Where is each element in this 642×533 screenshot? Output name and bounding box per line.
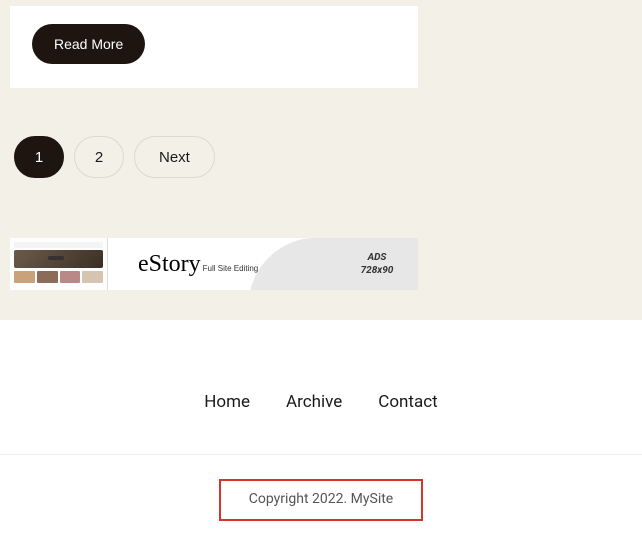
- page-2-button[interactable]: 2: [74, 136, 124, 178]
- copyright-highlight-box: Copyright 2022. MySite: [219, 479, 423, 521]
- read-more-button[interactable]: Read More: [32, 24, 145, 64]
- ad-brand-name: eStory: [138, 251, 201, 277]
- footer-link-archive[interactable]: Archive: [286, 392, 342, 412]
- ad-banner[interactable]: eStoryFull Site Editing ADS 728x90: [10, 238, 418, 290]
- ad-size-label: ADS 728x90: [336, 238, 418, 290]
- footer-link-contact[interactable]: Contact: [378, 392, 437, 412]
- ad-label-line1: ADS: [368, 251, 387, 264]
- page-next-button[interactable]: Next: [134, 136, 215, 178]
- copyright-text: Copyright 2022. MySite: [249, 491, 393, 507]
- footer-nav: Home Archive Contact: [0, 320, 642, 454]
- ad-thumbnail: [10, 238, 108, 290]
- post-card: Read More: [10, 6, 418, 88]
- ad-label-line2: 728x90: [361, 264, 394, 277]
- copyright-bar: Copyright 2022. MySite: [0, 454, 642, 533]
- ad-brand-text: eStoryFull Site Editing: [138, 251, 258, 278]
- content-area: Read More 1 2 Next eStoryFull Site Editi…: [0, 6, 642, 320]
- ad-brand-area: eStoryFull Site Editing: [108, 238, 336, 290]
- ad-tagline: Full Site Editing: [203, 264, 259, 273]
- pagination: 1 2 Next: [10, 136, 632, 178]
- footer-link-home[interactable]: Home: [204, 392, 250, 412]
- page-1-button[interactable]: 1: [14, 136, 64, 178]
